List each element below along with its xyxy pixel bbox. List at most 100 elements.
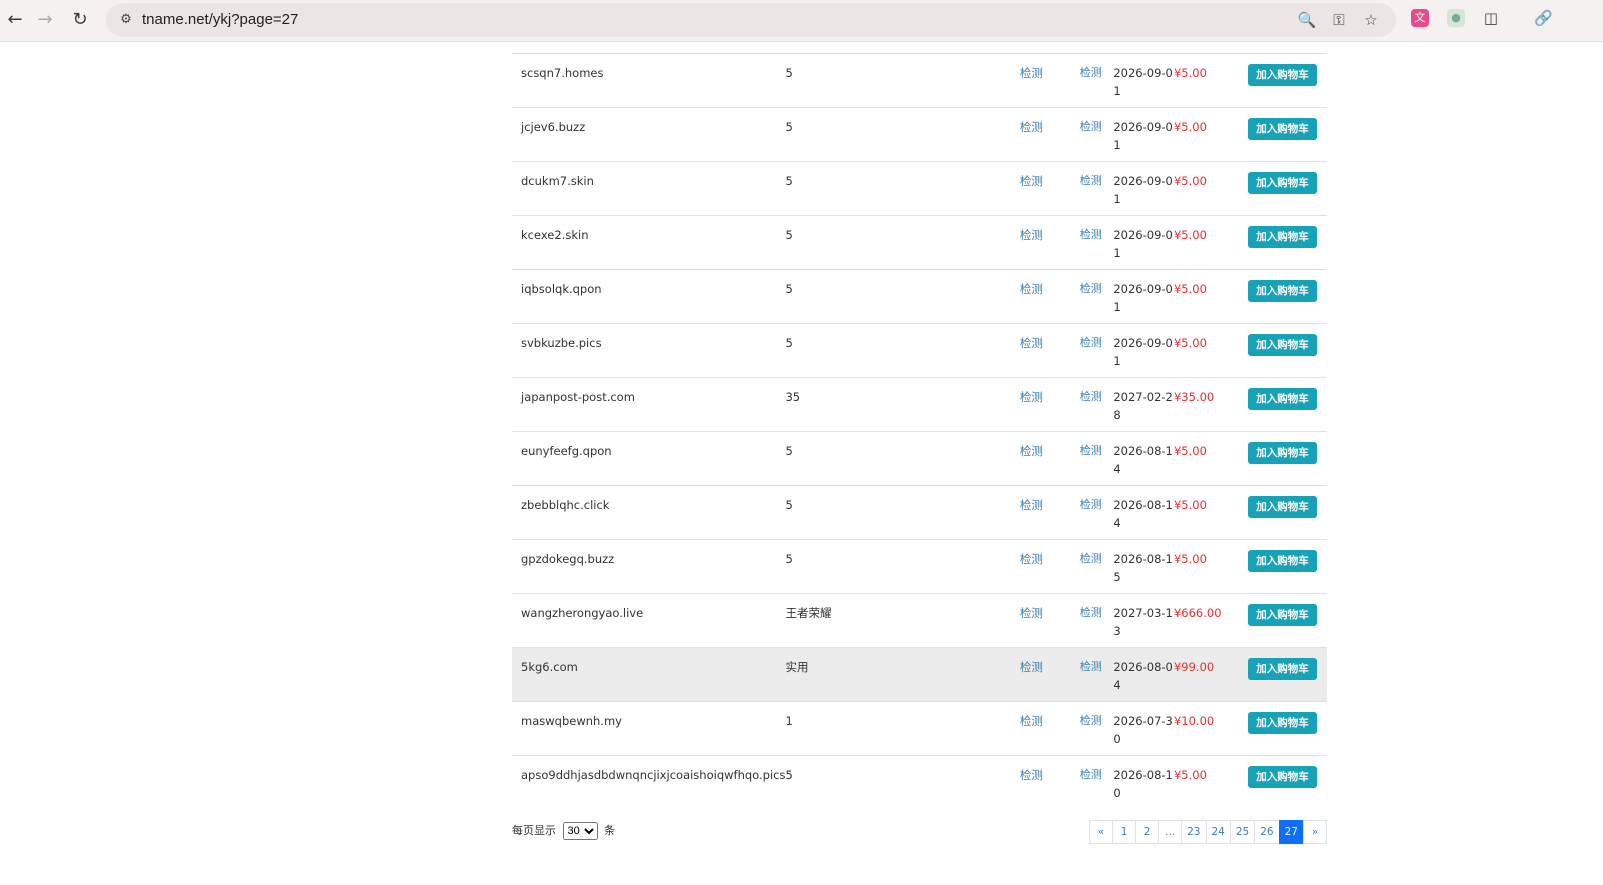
page-next[interactable]: » [1303, 820, 1327, 844]
action-cell: 加入购物车 [1248, 647, 1327, 702]
add-to-cart-button[interactable]: 加入购物车 [1248, 118, 1317, 140]
check-link[interactable]: 检测 [1019, 431, 1076, 486]
check-link[interactable]: 检测 [1019, 53, 1076, 108]
domain-cell: 5kg6.com [512, 647, 786, 702]
add-to-cart-button[interactable]: 加入购物车 [1248, 442, 1317, 464]
back-icon[interactable]: ← [0, 6, 30, 34]
page-link[interactable]: 24 [1205, 820, 1231, 844]
table-row: svbkuzbe.pics 5 检测 检测 2026-09-01 ¥5.00 加入购物车 [512, 323, 1327, 378]
check-link[interactable]: 检测 [1019, 485, 1076, 540]
table-row: apso9ddhjasdbdwnqncjixjcoaishoiqwfhqo.pi… [512, 755, 1327, 809]
check-link[interactable]: 检测 [1019, 107, 1076, 162]
domain-cell: scsqn7.homes [512, 53, 786, 108]
check-link[interactable]: 检测 [1019, 539, 1076, 594]
expiry-date-cell: 2026-09-01 [1107, 161, 1174, 216]
check-link[interactable]: 检测 [1019, 755, 1076, 809]
add-to-cart-button[interactable]: 加入购物车 [1248, 766, 1317, 788]
per-page-select[interactable]: 30 [562, 822, 598, 840]
check-link-narrow[interactable]: 检测 [1075, 431, 1108, 486]
address-bar[interactable]: ⚙ tname.net/ykj?page=27 🔍 ⚿ ☆ [106, 3, 1396, 37]
add-to-cart-button[interactable]: 加入购物车 [1248, 712, 1317, 734]
add-to-cart-button[interactable]: 加入购物车 [1248, 604, 1317, 626]
pagination: «1 2... 23 24 25 26 27» [1089, 820, 1327, 844]
price-cell: ¥5.00 [1173, 539, 1249, 594]
check-link-narrow[interactable]: 检测 [1075, 53, 1108, 108]
expiry-date-cell: 2026-08-15 [1107, 539, 1174, 594]
browser-toolbar: ← → ↻ ⚙ tname.net/ykj?page=27 🔍 ⚿ ☆ 文 ● … [0, 0, 1603, 42]
check-link-narrow[interactable]: 检测 [1075, 539, 1108, 594]
table-row: dcukm7.skin 5 检测 检测 2026-09-01 ¥5.00 加入购物车 [512, 161, 1327, 216]
check-link-narrow[interactable]: 检测 [1075, 701, 1108, 756]
action-cell: 加入购物车 [1248, 161, 1327, 216]
check-link[interactable]: 检测 [1019, 323, 1076, 378]
domain-cell: zbebblqhc.click [512, 485, 786, 540]
add-to-cart-button[interactable]: 加入购物车 [1248, 172, 1317, 194]
expiry-date-cell: 2027-03-13 [1107, 593, 1174, 648]
zoom-icon[interactable]: 🔍 [1296, 10, 1318, 30]
expiry-date-cell: 2026-09-01 [1107, 107, 1174, 162]
page-link[interactable]: 1 [1112, 820, 1137, 844]
add-to-cart-button[interactable]: 加入购物车 [1248, 334, 1317, 356]
price-cell: ¥5.00 [1173, 215, 1249, 270]
bookmark-star-icon[interactable]: ☆ [1360, 10, 1382, 30]
page-prev[interactable]: « [1089, 820, 1114, 844]
page-link[interactable]: 2 [1135, 820, 1160, 844]
check-link-narrow[interactable]: 检测 [1075, 755, 1108, 809]
per-page-control: 每页显示 30 条 [512, 821, 615, 841]
table-row: wangzherongyao.live 王者荣耀 检测 检测 2027-03-13 ¥66… [512, 593, 1327, 648]
expiry-date-cell: 2026-09-01 [1107, 269, 1174, 324]
check-link[interactable]: 检测 [1019, 215, 1076, 270]
link-icon[interactable]: 🔗 [1534, 9, 1553, 27]
check-link-narrow[interactable]: 检测 [1075, 593, 1108, 648]
check-link[interactable]: 检测 [1019, 161, 1076, 216]
price-cell: ¥5.00 [1173, 485, 1249, 540]
check-link-narrow[interactable]: 检测 [1075, 161, 1108, 216]
page-link[interactable]: 25 [1229, 820, 1256, 844]
check-link-narrow[interactable]: 检测 [1075, 215, 1108, 270]
translate-extension-icon[interactable]: 文 [1411, 9, 1429, 27]
check-link-narrow[interactable]: 检测 [1075, 107, 1108, 162]
note-cell: 实用 [785, 647, 1020, 702]
check-link-narrow[interactable]: 检测 [1075, 377, 1108, 432]
page-link[interactable]: 27 [1278, 820, 1304, 844]
password-key-icon[interactable]: ⚿ [1328, 10, 1350, 30]
check-link-narrow[interactable]: 检测 [1075, 647, 1108, 702]
page-link[interactable]: 26 [1254, 820, 1280, 844]
table-row: 5kg6.com 实用 检测 检测 2026-08-04 ¥99.00 加入购物车 [512, 647, 1327, 702]
price-cell: ¥99.00 [1173, 647, 1249, 702]
add-to-cart-button[interactable]: 加入购物车 [1248, 658, 1317, 680]
domain-cell: svbkuzbe.pics [512, 323, 786, 378]
page-link[interactable]: 23 [1181, 820, 1207, 844]
check-link[interactable]: 检测 [1019, 377, 1076, 432]
expiry-date-cell: 2027-02-28 [1107, 377, 1174, 432]
note-cell: 5 [785, 161, 1020, 216]
note-cell: 5 [785, 539, 1020, 594]
add-to-cart-button[interactable]: 加入购物车 [1248, 64, 1317, 86]
per-page-prefix: 每页显示 [512, 824, 556, 837]
check-link-narrow[interactable]: 检测 [1075, 323, 1108, 378]
check-link[interactable]: 检测 [1019, 647, 1076, 702]
note-cell: 5 [785, 107, 1020, 162]
domain-cell: eunyfeefg.qpon [512, 431, 786, 486]
extension-icon[interactable]: ● [1447, 9, 1465, 27]
domain-table-container: scsqn7.homes 5 检测 检测 2026-09-01 ¥5.00 加入购物车 jcj… [512, 41, 1327, 809]
action-cell: 加入购物车 [1248, 107, 1327, 162]
price-cell: ¥5.00 [1173, 755, 1249, 809]
extensions-puzzle-icon[interactable]: ◫ [1482, 9, 1500, 27]
add-to-cart-button[interactable]: 加入购物车 [1248, 496, 1317, 518]
reload-icon[interactable]: ↻ [65, 6, 95, 34]
check-link-narrow[interactable]: 检测 [1075, 485, 1108, 540]
add-to-cart-button[interactable]: 加入购物车 [1248, 226, 1317, 248]
site-info-icon[interactable]: ⚙ [116, 10, 136, 30]
check-link[interactable]: 检测 [1019, 701, 1076, 756]
add-to-cart-button[interactable]: 加入购物车 [1248, 280, 1317, 302]
check-link[interactable]: 检测 [1019, 269, 1076, 324]
add-to-cart-button[interactable]: 加入购物车 [1248, 388, 1317, 410]
check-link[interactable]: 检测 [1019, 593, 1076, 648]
note-cell: 35 [785, 377, 1020, 432]
url-text[interactable]: tname.net/ykj?page=27 [142, 3, 298, 37]
action-cell: 加入购物车 [1248, 377, 1327, 432]
add-to-cart-button[interactable]: 加入购物车 [1248, 550, 1317, 572]
check-link-narrow[interactable]: 检测 [1075, 269, 1108, 324]
forward-icon[interactable]: → [30, 6, 60, 34]
